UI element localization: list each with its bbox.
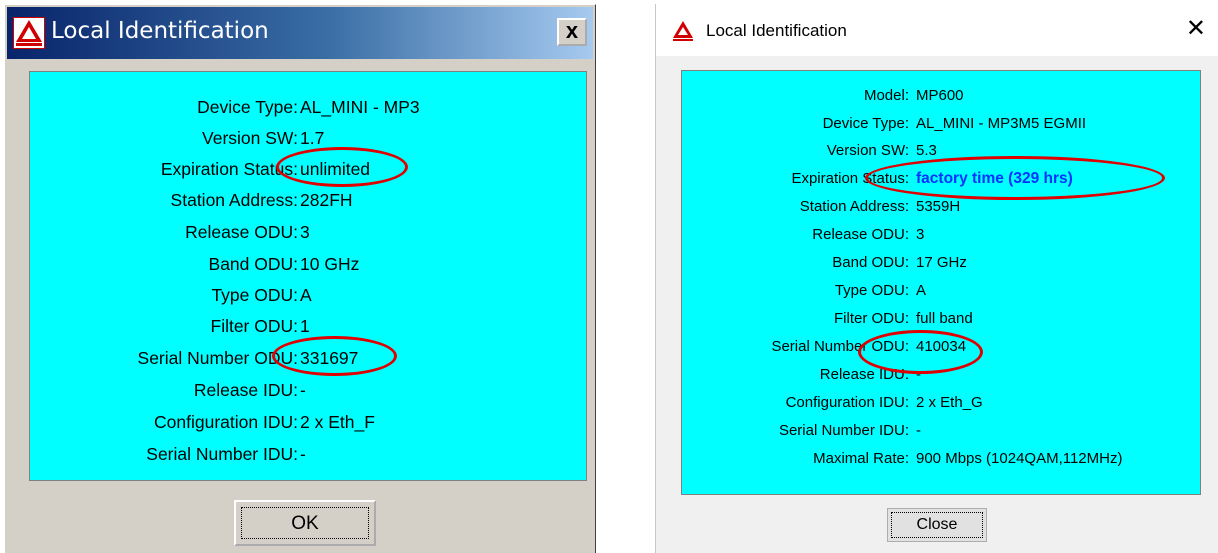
window-title: Local Identification	[51, 18, 269, 44]
row-label: Type ODU:	[211, 285, 298, 305]
dialog-local-identification-modern: Local Identification ✕ Model: MP600 Devic…	[655, 4, 1218, 553]
row-label: Release ODU:	[812, 226, 909, 243]
row-value: 900 Mbps (1024QAM,112MHz)	[916, 450, 1123, 467]
row-value: AL_MINI - MP3M5 EGMII	[916, 115, 1087, 132]
app-logo-icon	[13, 17, 45, 49]
annotation-ellipse-expiration	[865, 156, 1165, 200]
close-icon[interactable]: ✕	[1186, 14, 1206, 43]
info-row: Device Type: AL_MINI - MP3	[30, 97, 588, 125]
info-row: Maximal Rate: 900 Mbps (1024QAM,112MHz)	[682, 450, 1202, 474]
row-label: Filter ODU:	[210, 316, 299, 336]
row-value: 17 GHz	[916, 254, 967, 271]
app-logo-icon	[673, 21, 693, 41]
row-value: 282FH	[300, 190, 353, 210]
info-row: Release ODU: 3	[682, 226, 1202, 250]
row-value: 3	[916, 226, 925, 243]
row-value: full band	[916, 310, 973, 327]
close-icon: x	[565, 18, 579, 43]
row-value: AL_MINI - MP3	[300, 97, 420, 117]
info-row: Station Address: 5359H	[682, 198, 1202, 222]
row-label: Maximal Rate:	[813, 450, 909, 467]
info-row: Type ODU: A	[30, 285, 588, 313]
row-label: Filter ODU:	[834, 310, 909, 327]
close-button[interactable]: Close	[887, 508, 987, 542]
row-label: Release IDU:	[193, 380, 298, 400]
info-panel: Model: MP600 Device Type: AL_MINI - MP3M5 …	[681, 70, 1201, 495]
info-row: Serial Number IDU: -	[30, 444, 588, 472]
info-row: Configuration IDU: 2 x Eth_G	[682, 394, 1202, 418]
info-row: Release IDU: -	[30, 380, 588, 408]
row-label: Band ODU:	[832, 254, 909, 271]
row-label: Station Address:	[170, 190, 298, 210]
info-panel: Device Type: AL_MINI - MP3 Version SW: 1.7…	[29, 71, 587, 481]
info-row: Serial Number IDU: -	[682, 422, 1202, 446]
row-value: -	[916, 422, 921, 439]
ok-button-label: OK	[241, 507, 369, 539]
row-value: 1.7	[300, 128, 325, 148]
row-label: Device Type:	[197, 97, 298, 117]
info-row: Model: MP600	[682, 87, 1202, 111]
row-value: -	[300, 444, 306, 464]
dialog-local-identification-classic: Local Identification x Device Type: AL_MI…	[4, 4, 596, 553]
row-value: 10 GHz	[300, 254, 360, 274]
row-label: Band ODU:	[208, 254, 298, 274]
info-row: Band ODU: 10 GHz	[30, 254, 588, 282]
annotation-ellipse-expiration	[276, 147, 408, 187]
info-row: Station Address: 282FH	[30, 190, 588, 218]
row-label: Version SW:	[202, 128, 298, 148]
info-row: Configuration IDU: 2 x Eth_F	[30, 412, 588, 440]
row-label: Type ODU:	[834, 282, 909, 299]
close-button-label: Close	[891, 512, 983, 538]
ok-button[interactable]: OK	[234, 500, 376, 546]
row-value: A	[300, 285, 312, 305]
row-value: -	[300, 380, 306, 400]
info-row: Band ODU: 17 GHz	[682, 254, 1202, 278]
row-value: 2 x Eth_F	[300, 412, 375, 432]
row-label: Serial Number IDU:	[778, 422, 909, 439]
window-title: Local Identification	[706, 21, 847, 40]
annotation-ellipse-serial	[858, 330, 983, 374]
row-label: Configuration IDU:	[154, 412, 298, 432]
row-value: 5.3	[916, 142, 937, 159]
row-value: A	[916, 282, 927, 299]
row-label: Device Type:	[822, 115, 909, 132]
row-value: 1	[300, 316, 310, 336]
row-value: MP600	[916, 87, 964, 104]
row-label: Release ODU:	[185, 222, 298, 242]
close-button[interactable]: x	[557, 18, 587, 46]
row-label: Model:	[863, 87, 909, 104]
row-label: Serial Number IDU:	[146, 444, 298, 464]
info-row: Type ODU: A	[682, 282, 1202, 306]
row-label: Version SW:	[826, 142, 909, 159]
row-label: Station Address:	[799, 198, 909, 215]
title-bar: Local Identification ✕	[656, 4, 1218, 56]
row-label: Configuration IDU:	[785, 394, 909, 411]
row-value: 3	[300, 222, 310, 242]
annotation-ellipse-serial	[272, 336, 397, 376]
info-row: Release ODU: 3	[30, 222, 588, 250]
info-row: Device Type: AL_MINI - MP3M5 EGMII	[682, 115, 1202, 139]
row-value: 5359H	[916, 198, 961, 215]
row-value: 2 x Eth_G	[916, 394, 983, 411]
title-bar: Local Identification x	[7, 7, 593, 59]
